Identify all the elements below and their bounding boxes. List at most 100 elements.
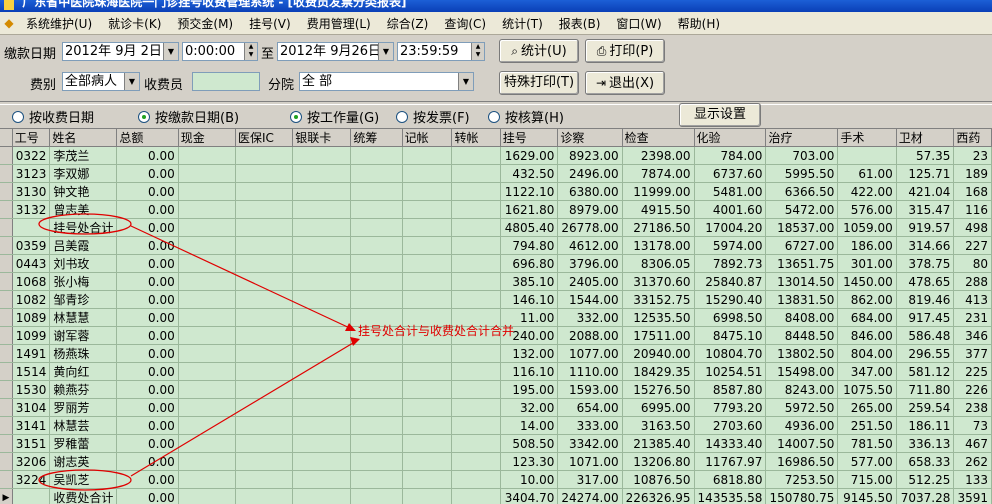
table-cell[interactable]	[351, 417, 402, 435]
table-row[interactable]: 1082邹青珍0.00146.101544.0033152.7515290.40…	[0, 291, 992, 309]
table-cell[interactable]: 862.00	[838, 291, 896, 309]
table-cell[interactable]: 1089	[12, 309, 50, 327]
table-cell[interactable]: 378.75	[896, 255, 954, 273]
chevron-down-icon[interactable]: ▼	[124, 73, 139, 90]
column-header[interactable]: 统筹	[351, 129, 402, 147]
table-cell[interactable]: 黄向红	[50, 363, 117, 381]
table-cell[interactable]: 231	[954, 309, 992, 327]
table-cell[interactable]: 赖燕芬	[50, 381, 117, 399]
table-cell[interactable]: 8408.00	[766, 309, 838, 327]
table-cell[interactable]	[235, 147, 292, 165]
table-cell[interactable]	[235, 453, 292, 471]
table-cell[interactable]	[351, 435, 402, 453]
table-cell[interactable]: 32.00	[500, 399, 558, 417]
table-cell[interactable]	[402, 219, 452, 237]
table-cell[interactable]	[351, 381, 402, 399]
table-cell[interactable]: 0322	[12, 147, 50, 165]
table-cell[interactable]: 301.00	[838, 255, 896, 273]
table-cell[interactable]: 7253.50	[766, 471, 838, 489]
row-indicator[interactable]	[0, 363, 12, 381]
table-cell[interactable]	[402, 453, 452, 471]
table-cell[interactable]	[235, 165, 292, 183]
table-cell[interactable]	[235, 489, 292, 504]
table-cell[interactable]: 9145.50	[838, 489, 896, 504]
table-cell[interactable]: 1514	[12, 363, 50, 381]
table-cell[interactable]	[235, 399, 292, 417]
chevron-down-icon[interactable]: ▼	[378, 43, 393, 60]
table-cell[interactable]: 1075.50	[838, 381, 896, 399]
table-row[interactable]: 3130钟文艳0.001122.106380.0011999.005481.00…	[0, 183, 992, 201]
table-cell[interactable]: 7037.28	[896, 489, 954, 504]
table-cell[interactable]: 586.48	[896, 327, 954, 345]
menu-help[interactable]: 帮助(H)	[670, 15, 728, 32]
table-cell[interactable]: 684.00	[838, 309, 896, 327]
table-cell[interactable]: 0.00	[117, 381, 178, 399]
menu-statistics[interactable]: 统计(T)	[494, 15, 551, 32]
row-indicator[interactable]	[0, 381, 12, 399]
table-cell[interactable]: 10804.70	[694, 345, 766, 363]
table-cell[interactable]: 498	[954, 219, 992, 237]
table-cell[interactable]: 225	[954, 363, 992, 381]
table-cell[interactable]	[452, 183, 500, 201]
table-cell[interactable]: 罗稚蕾	[50, 435, 117, 453]
table-cell[interactable]: 1077.00	[558, 345, 622, 363]
table-cell[interactable]	[178, 201, 235, 219]
menu-registration[interactable]: 挂号(V)	[241, 15, 299, 32]
table-cell[interactable]: 251.50	[838, 417, 896, 435]
table-cell[interactable]	[178, 345, 235, 363]
table-cell[interactable]: 5472.00	[766, 201, 838, 219]
table-cell[interactable]	[178, 309, 235, 327]
table-cell[interactable]	[293, 237, 351, 255]
table-cell[interactable]: 0359	[12, 237, 50, 255]
display-settings-button[interactable]: 显示设置	[679, 103, 761, 127]
table-cell[interactable]: 14007.50	[766, 435, 838, 453]
table-cell[interactable]: 6998.50	[694, 309, 766, 327]
row-indicator[interactable]	[0, 345, 12, 363]
table-cell[interactable]: 13014.50	[766, 273, 838, 291]
table-cell[interactable]	[178, 435, 235, 453]
table-cell[interactable]	[178, 147, 235, 165]
table-cell[interactable]: 1530	[12, 381, 50, 399]
branch-select[interactable]: 全 部 ▼	[299, 72, 474, 91]
table-cell[interactable]	[402, 273, 452, 291]
table-cell[interactable]	[235, 237, 292, 255]
table-cell[interactable]: 16986.50	[766, 453, 838, 471]
table-cell[interactable]: 0.00	[117, 417, 178, 435]
table-cell[interactable]	[293, 399, 351, 417]
table-cell[interactable]: 654.00	[558, 399, 622, 417]
column-header[interactable]: 现金	[178, 129, 235, 147]
table-cell[interactable]	[452, 489, 500, 504]
table-cell[interactable]: 刘书玫	[50, 255, 117, 273]
chevron-down-icon[interactable]: ▼	[163, 43, 178, 60]
table-cell[interactable]	[178, 273, 235, 291]
table-cell[interactable]: 5972.50	[766, 399, 838, 417]
table-cell[interactable]	[402, 201, 452, 219]
menu-system-maintenance[interactable]: 系统维护(U)	[18, 15, 100, 32]
table-cell[interactable]: 2405.00	[558, 273, 622, 291]
table-cell[interactable]	[235, 327, 292, 345]
table-cell[interactable]	[452, 453, 500, 471]
table-cell[interactable]	[351, 471, 402, 489]
table-cell[interactable]: 3130	[12, 183, 50, 201]
table-cell[interactable]	[293, 165, 351, 183]
table-cell[interactable]	[402, 255, 452, 273]
row-indicator[interactable]	[0, 435, 12, 453]
table-row[interactable]: 3206谢志英0.00123.301071.0013206.8011767.97…	[0, 453, 992, 471]
table-cell[interactable]: 1099	[12, 327, 50, 345]
column-header[interactable]: 手术	[838, 129, 896, 147]
report-grid[interactable]: 工号姓名总额现金医保IC银联卡统筹记帐转帐挂号诊察检查化验治疗手术卫材西药 03…	[0, 128, 992, 504]
table-cell[interactable]	[351, 219, 402, 237]
table-cell[interactable]	[402, 489, 452, 504]
radio-by-charge-date[interactable]: 按收费日期	[12, 107, 94, 126]
table-cell[interactable]: 133	[954, 471, 992, 489]
table-cell[interactable]: 杨燕珠	[50, 345, 117, 363]
table-cell[interactable]	[838, 147, 896, 165]
row-indicator[interactable]	[0, 291, 12, 309]
column-header[interactable]: 医保IC	[235, 129, 292, 147]
table-row[interactable]: 1068张小梅0.00385.102405.0031370.6025840.87…	[0, 273, 992, 291]
table-cell[interactable]	[178, 165, 235, 183]
table-cell[interactable]: 17004.20	[694, 219, 766, 237]
table-cell[interactable]: 0.00	[117, 147, 178, 165]
column-header[interactable]: 转帐	[452, 129, 500, 147]
table-cell[interactable]: 262	[954, 453, 992, 471]
